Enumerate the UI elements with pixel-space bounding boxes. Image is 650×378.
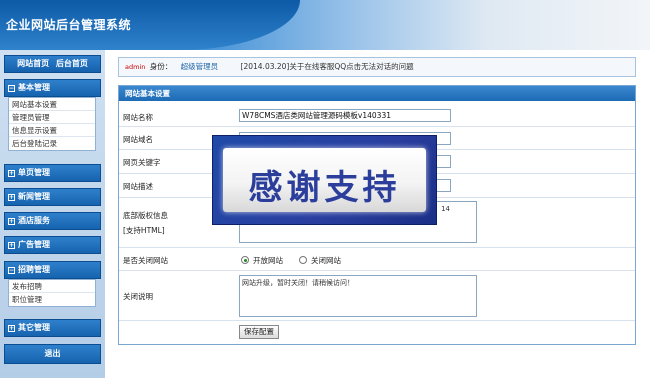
row-site-name: 网站名称 W78CMS酒店类网站管理源码模板v140331 xyxy=(119,105,635,127)
expand-icon: + xyxy=(8,242,15,249)
user-info-bar: admin 身份： 超级管理员 [2014.03.20]关于在线客服QQ点击无法… xyxy=(118,57,636,77)
thanks-watermark: 感谢支持 xyxy=(212,135,437,225)
logout-button[interactable]: 退出 xyxy=(4,344,101,364)
copyright-label: 底部版权信息 xyxy=(123,211,168,220)
expand-icon: + xyxy=(8,325,15,332)
site-name-input[interactable]: W78CMS酒店类网站管理源码模板v140331 xyxy=(239,109,451,122)
menu-basic-items: 网站基本设置 管理员管理 信息显示设置 后台登陆记录 xyxy=(8,97,96,151)
expand-icon: + xyxy=(8,218,15,225)
menu-basic[interactable]: − 基本管理 xyxy=(4,79,101,97)
description-label: 网站描述 xyxy=(123,182,153,191)
site-closed-label: 是否关闭网站 xyxy=(123,256,168,265)
menu-ads[interactable]: + 广告管理 xyxy=(4,236,101,254)
menu-other[interactable]: + 其它管理 xyxy=(4,319,101,337)
radio-open-site[interactable]: 开放网站 xyxy=(241,255,283,266)
notice-link[interactable]: [2014.03.20]关于在线客服QQ点击无法对话的问题 xyxy=(241,62,414,71)
menu-single-page[interactable]: + 单页管理 xyxy=(4,164,101,182)
menu-hotel[interactable]: + 酒店服务 xyxy=(4,212,101,230)
menu-news[interactable]: + 新闻管理 xyxy=(4,188,101,206)
row-close-note: 关闭说明 网站升级，暂时关闭！请稍候访问！ xyxy=(119,271,635,321)
keywords-label: 网页关键字 xyxy=(123,158,161,167)
menu-item-site-settings[interactable]: 网站基本设置 xyxy=(9,98,95,111)
role-link[interactable]: 超级管理员 xyxy=(181,62,219,71)
panel-title: 网站基本设置 xyxy=(119,86,635,101)
collapse-icon: − xyxy=(8,267,15,274)
watermark-text: 感谢支持 xyxy=(248,168,401,208)
menu-item-admin[interactable]: 管理员管理 xyxy=(9,111,95,124)
site-domain-label: 网站域名 xyxy=(123,135,153,144)
header-bar: 企业网站后台管理系统 xyxy=(0,0,650,50)
menu-recruit[interactable]: − 招聘管理 xyxy=(4,261,101,279)
watermark-inner: 感谢支持 xyxy=(223,148,426,212)
identity-label: 身份： xyxy=(149,62,173,71)
menu-recruit-items: 发布招聘 职位管理 xyxy=(8,279,96,307)
expand-icon: + xyxy=(8,170,15,177)
admin-home-link[interactable]: 后台首页 xyxy=(56,59,88,68)
menu-item-job-manage[interactable]: 职位管理 xyxy=(9,293,95,306)
sidebar: 网站首页 后台首页 − 基本管理 网站基本设置 管理员管理 信息显示设置 后台登陆… xyxy=(0,50,105,378)
close-note-label: 关闭说明 xyxy=(123,292,153,301)
copyright-html-hint: [支持HTML] xyxy=(123,226,165,235)
menu-item-login-log[interactable]: 后台登陆记录 xyxy=(9,137,95,150)
collapse-icon: − xyxy=(8,85,15,92)
row-save: 保存配置 xyxy=(119,321,635,343)
radio-checked-icon xyxy=(241,256,249,264)
site-name-label: 网站名称 xyxy=(123,113,153,122)
menu-item-post-job[interactable]: 发布招聘 xyxy=(9,280,95,293)
radio-close-site[interactable]: 关闭网站 xyxy=(299,255,341,266)
app-title: 企业网站后台管理系统 xyxy=(6,18,132,32)
close-note-textarea[interactable]: 网站升级，暂时关闭！请稍候访问！ xyxy=(239,275,477,317)
radio-unchecked-icon xyxy=(299,256,307,264)
row-site-closed: 是否关闭网站 开放网站 关闭网站 xyxy=(119,248,635,271)
save-button[interactable]: 保存配置 xyxy=(239,325,279,339)
sidebar-top-links: 网站首页 后台首页 xyxy=(4,55,101,73)
home-link[interactable]: 网站首页 xyxy=(17,59,49,68)
expand-icon: + xyxy=(8,194,15,201)
menu-item-display-settings[interactable]: 信息显示设置 xyxy=(9,124,95,137)
username: admin xyxy=(125,63,146,71)
